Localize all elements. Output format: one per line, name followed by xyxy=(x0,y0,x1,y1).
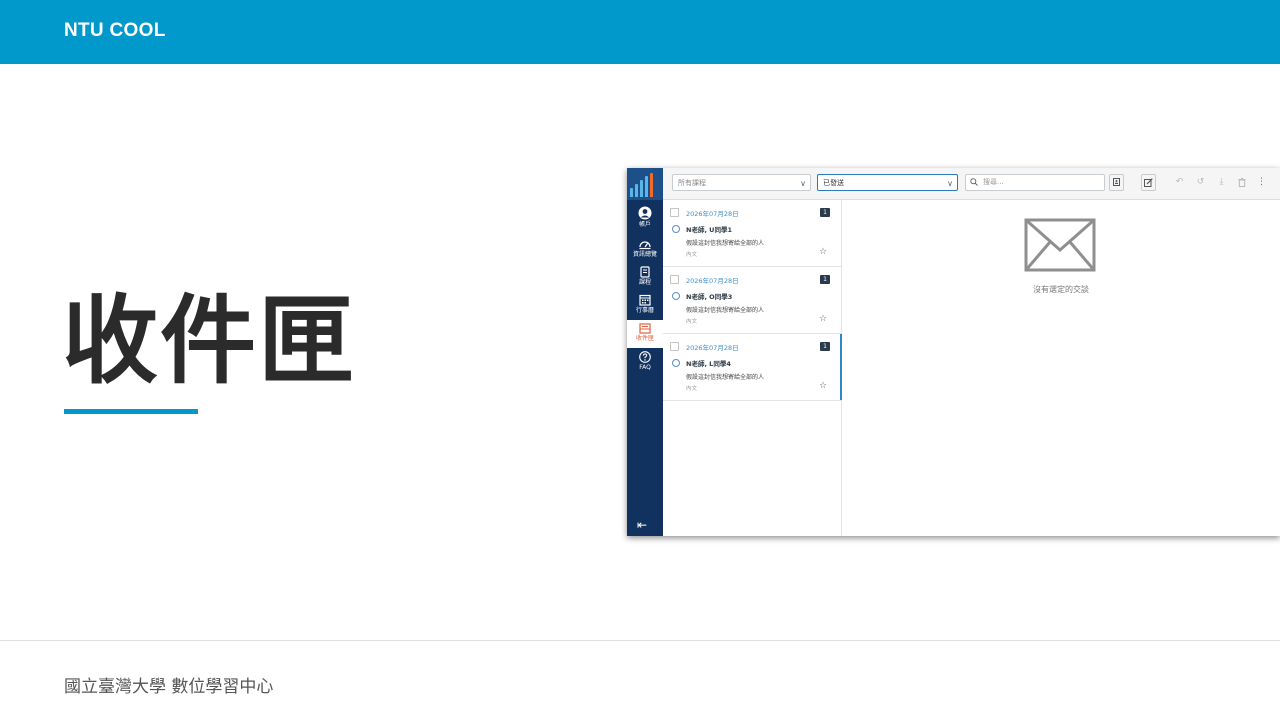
reply-all-icon: ↺ xyxy=(1196,177,1205,187)
message-participants: N老師, O同學3 xyxy=(686,293,733,301)
search-field[interactable]: 搜尋... xyxy=(965,174,1105,191)
message-snippet: 內文 xyxy=(686,386,698,392)
message-count-badge: 1 xyxy=(820,342,830,351)
message-type-value: 已發送 xyxy=(823,179,844,187)
delete-button[interactable] xyxy=(1234,174,1249,191)
brand-logo-text: NTU COOL xyxy=(64,20,166,41)
message-list-item[interactable]: 2026年07月28日 1 N老師, U同學1 假設這封信我想寄給全部的人 內文… xyxy=(663,200,841,267)
message-count-badge: 1 xyxy=(820,275,830,284)
reply-button[interactable]: ↶ xyxy=(1172,174,1187,191)
read-status-icon[interactable] xyxy=(672,225,680,233)
message-date: 2026年07月28日 xyxy=(686,344,739,352)
calendar-icon xyxy=(639,294,651,306)
trash-icon xyxy=(1237,178,1246,187)
message-list-item-selected[interactable]: 2026年07月28日 1 N老師, L同學4 假設這封信我想寄給全部的人 內文… xyxy=(663,334,842,401)
title-underline xyxy=(64,409,198,414)
message-list: 2026年07月28日 1 N老師, U同學1 假設這封信我想寄給全部的人 內文… xyxy=(663,200,842,536)
nav-label: 資訊總覽 xyxy=(632,251,657,258)
star-icon[interactable]: ☆ xyxy=(819,315,827,324)
nav-item-courses[interactable]: 課程 xyxy=(627,266,663,294)
select-checkbox[interactable] xyxy=(670,275,679,284)
reply-icon: ↶ xyxy=(1175,177,1184,187)
address-book-icon xyxy=(1113,178,1120,186)
message-date: 2026年07月28日 xyxy=(686,210,739,218)
message-list-item[interactable]: 2026年07月28日 1 N老師, O同學3 假設這封信我想寄給全部的人 內文… xyxy=(663,267,841,334)
star-icon[interactable]: ☆ xyxy=(819,248,827,257)
account-icon xyxy=(638,206,652,220)
top-header-bar: NTU COOL xyxy=(0,0,1280,64)
footer-organization: 國立臺灣大學 數位學習中心 xyxy=(64,677,274,697)
nav-label: 行事曆 xyxy=(635,307,654,314)
reply-all-button[interactable]: ↺ xyxy=(1193,174,1208,191)
read-status-icon[interactable] xyxy=(672,359,680,367)
no-conversation-text: 沒有選定的交談 xyxy=(1033,285,1089,294)
course-filter-value: 所有課程 xyxy=(678,179,706,187)
message-subject: 假設這封信我想寄給全部的人 xyxy=(686,374,765,381)
message-date: 2026年07月28日 xyxy=(686,277,739,285)
archive-button[interactable]: ⤓ xyxy=(1214,174,1229,191)
nav-label: FAQ xyxy=(639,364,651,371)
courses-icon xyxy=(640,266,650,278)
select-checkbox[interactable] xyxy=(670,208,679,217)
course-filter-select[interactable]: 所有課程 ∨ xyxy=(672,174,811,191)
message-snippet: 內文 xyxy=(686,319,698,325)
message-type-select[interactable]: 已發送 ∨ xyxy=(817,174,958,191)
address-book-button[interactable] xyxy=(1109,174,1124,191)
inbox-toolbar: 所有課程 ∨ 已發送 ∨ 搜尋... ↶ ↺ ⤓ ⋮ xyxy=(663,168,1280,200)
message-subject: 假設這封信我想寄給全部的人 xyxy=(686,307,765,314)
star-icon[interactable]: ☆ xyxy=(819,382,827,391)
search-icon xyxy=(970,178,978,186)
kebab-menu-icon: ⋮ xyxy=(1257,177,1266,187)
nav-label: 帳戶 xyxy=(638,221,651,228)
more-options-button[interactable]: ⋮ xyxy=(1254,174,1269,191)
nav-item-faq[interactable]: FAQ xyxy=(627,351,663,379)
canvas-logo[interactable] xyxy=(627,168,663,200)
chevron-down-icon: ∨ xyxy=(800,179,806,188)
help-icon xyxy=(639,351,651,363)
nav-item-calendar[interactable]: 行事曆 xyxy=(627,294,663,322)
message-count-badge: 1 xyxy=(820,208,830,217)
dashboard-icon xyxy=(639,241,651,250)
search-placeholder: 搜尋... xyxy=(983,178,1004,186)
nav-label: 收件匣 xyxy=(635,335,654,342)
slide-title: 收件匣 xyxy=(62,285,356,397)
nav-item-account[interactable]: 帳戶 xyxy=(627,206,663,234)
compose-icon xyxy=(1144,178,1153,187)
message-subject: 假設這封信我想寄給全部的人 xyxy=(686,240,765,247)
nav-item-inbox[interactable]: 收件匣 xyxy=(627,320,663,348)
envelope-icon xyxy=(1024,218,1096,272)
inbox-icon xyxy=(639,323,651,334)
compose-button[interactable] xyxy=(1141,174,1156,191)
conversation-detail-pane: 沒有選定的交談 xyxy=(842,200,1280,536)
global-nav-sidebar: 帳戶 資訊總覽 課程 行事曆 收件匣 FAQ ⇤ xyxy=(627,168,663,536)
collapse-nav-icon[interactable]: ⇤ xyxy=(637,519,647,531)
footer-divider xyxy=(0,640,1280,641)
message-participants: N老師, L同學4 xyxy=(686,360,731,368)
inbox-app-screenshot: 帳戶 資訊總覽 課程 行事曆 收件匣 FAQ ⇤ 所有課程 ∨ 已發送 ∨ 搜尋… xyxy=(627,168,1280,536)
chevron-down-icon: ∨ xyxy=(947,179,953,188)
message-participants: N老師, U同學1 xyxy=(686,226,732,234)
nav-item-dashboard[interactable]: 資訊總覽 xyxy=(627,238,663,266)
read-status-icon[interactable] xyxy=(672,292,680,300)
archive-icon: ⤓ xyxy=(1219,177,1224,187)
nav-label: 課程 xyxy=(638,279,651,286)
select-checkbox[interactable] xyxy=(670,342,679,351)
message-snippet: 內文 xyxy=(686,252,698,258)
